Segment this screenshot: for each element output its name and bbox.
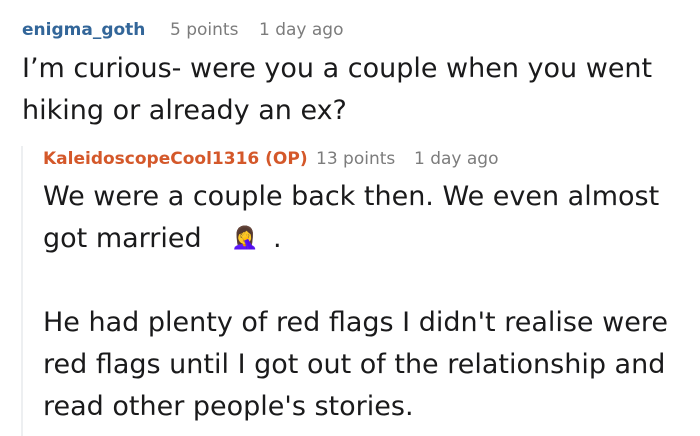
comment-username[interactable]: KaleidoscopeCool1316 (OP) — [43, 149, 308, 169]
comment-body-line: hiking or already an ex? — [22, 95, 347, 126]
comment-points: 13 points — [316, 149, 396, 169]
facepalm-emoji-icon: 🤦‍♀️ — [231, 226, 259, 251]
comment-body-line: read other people's stories. — [43, 391, 414, 422]
comment-timestamp[interactable]: 1 day ago — [259, 20, 344, 40]
comment-body-line: He had plenty of red flags I didn't real… — [43, 307, 668, 338]
comment-body-punctuation: . — [273, 223, 282, 254]
comment-body-line: I’m curious- were you a couple when you … — [22, 53, 653, 84]
comment-username[interactable]: enigma_goth — [22, 20, 145, 40]
comment-body-line: red flags until I got out of the relatio… — [43, 349, 666, 380]
comment-body-line: got married — [43, 223, 202, 254]
comment-body-line: We were a couple back then. We even almo… — [43, 181, 660, 212]
comment-timestamp[interactable]: 1 day ago — [414, 149, 499, 169]
thread-line[interactable] — [21, 146, 23, 436]
comment-points: 5 points — [170, 20, 239, 40]
